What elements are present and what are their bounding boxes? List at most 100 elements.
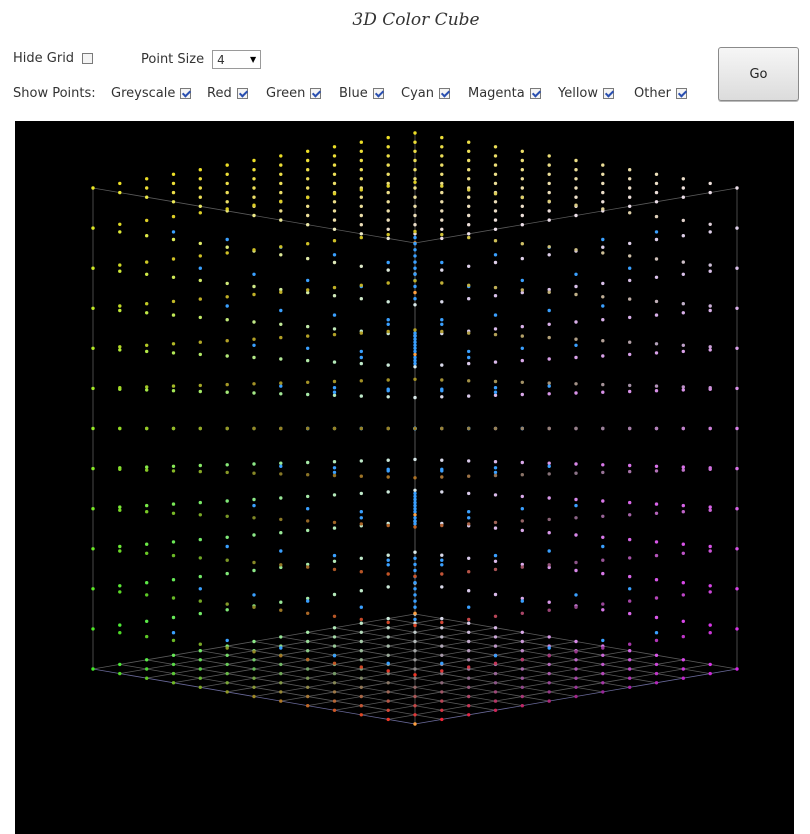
color-point — [601, 172, 605, 176]
show-other-checkbox[interactable] — [675, 88, 687, 99]
color-point — [493, 163, 498, 167]
color-point — [735, 466, 739, 471]
show-other[interactable]: Other — [634, 86, 687, 101]
color-point — [708, 508, 712, 512]
color-point — [171, 200, 176, 204]
show-green[interactable]: Green — [266, 86, 322, 101]
color-point — [547, 681, 551, 685]
point-size-select[interactable]: 4 ▼ — [212, 50, 262, 69]
show-yellow[interactable]: Yellow — [558, 86, 615, 101]
color-point — [547, 461, 551, 465]
color-point — [118, 181, 122, 186]
color-point — [332, 460, 337, 464]
color-point — [171, 653, 176, 657]
color-point — [547, 517, 551, 522]
color-point — [386, 135, 390, 140]
color-point — [306, 639, 310, 644]
color-point — [225, 390, 229, 394]
color-point — [225, 207, 229, 211]
color-point — [279, 335, 283, 340]
color-point — [493, 681, 498, 685]
color-point — [520, 667, 524, 671]
show-greyscale-checkbox[interactable] — [180, 88, 192, 99]
show-red-checkbox[interactable] — [236, 88, 248, 99]
color-point — [547, 245, 551, 249]
color-point — [654, 389, 659, 393]
color-point — [467, 297, 471, 301]
color-point — [171, 615, 176, 620]
color-point — [198, 266, 202, 270]
color-point — [198, 537, 202, 542]
color-point — [145, 619, 149, 623]
color-point — [574, 355, 578, 360]
color-point — [440, 145, 444, 149]
color-point — [306, 334, 310, 338]
color-point — [708, 190, 712, 195]
color-point — [359, 158, 363, 163]
color-point — [279, 563, 283, 567]
color-point — [332, 200, 337, 204]
show-magenta-checkbox[interactable] — [529, 88, 541, 99]
color-point — [547, 384, 551, 388]
color-point — [306, 223, 310, 227]
color-point — [171, 172, 176, 176]
color-point — [306, 611, 310, 615]
color-point — [386, 300, 390, 304]
color-point — [574, 203, 578, 207]
show-cyan[interactable]: Cyan — [401, 86, 450, 101]
color-point — [359, 474, 363, 478]
show-cyan-checkbox[interactable] — [438, 88, 450, 99]
color-point — [198, 685, 202, 689]
color-point — [493, 520, 498, 525]
color-point — [279, 517, 283, 522]
color-point — [601, 681, 605, 685]
color-point — [332, 473, 337, 478]
color-point — [413, 297, 417, 301]
show-blue[interactable]: Blue — [339, 86, 384, 101]
color-point — [520, 565, 524, 569]
show-red[interactable]: Red — [207, 86, 248, 101]
color-point — [386, 172, 390, 176]
color-point — [306, 256, 310, 261]
color-point — [493, 526, 498, 530]
color-point — [601, 602, 605, 606]
color-point — [386, 163, 390, 167]
color-point — [252, 462, 256, 466]
color-point — [467, 630, 471, 634]
hide-grid-checkbox[interactable] — [82, 53, 94, 64]
color-point — [601, 608, 605, 612]
color-point — [386, 426, 390, 431]
color-point — [681, 619, 685, 623]
color-point — [332, 294, 337, 298]
color-point — [252, 426, 256, 431]
show-yellow-checkbox[interactable] — [603, 88, 615, 99]
color-point — [735, 226, 739, 230]
color-point — [547, 335, 551, 340]
show-greyscale[interactable]: Greyscale — [111, 86, 192, 101]
color-point — [413, 279, 417, 283]
hide-grid-label: Hide Grid — [13, 51, 75, 66]
color-point — [681, 272, 685, 276]
color-point — [386, 200, 390, 204]
color-point — [413, 491, 417, 496]
color-point — [547, 154, 551, 158]
color-point — [413, 377, 417, 381]
show-blue-checkbox[interactable] — [372, 88, 384, 99]
go-button[interactable]: Go — [718, 47, 799, 101]
color-point — [386, 669, 390, 673]
color-point — [306, 288, 310, 292]
color-point — [681, 260, 685, 264]
color-point — [359, 630, 363, 634]
color-point — [520, 507, 524, 511]
show-green-checkbox[interactable] — [310, 88, 322, 99]
color-point — [574, 195, 578, 199]
show-magenta[interactable]: Magenta — [468, 86, 541, 101]
color-point — [547, 600, 551, 604]
color-point — [628, 676, 632, 680]
color-point — [681, 218, 685, 223]
color-point — [386, 236, 390, 241]
color-point — [332, 313, 337, 317]
color-point — [359, 459, 363, 463]
color-point — [628, 469, 632, 474]
color-cube-canvas[interactable] — [15, 121, 794, 834]
